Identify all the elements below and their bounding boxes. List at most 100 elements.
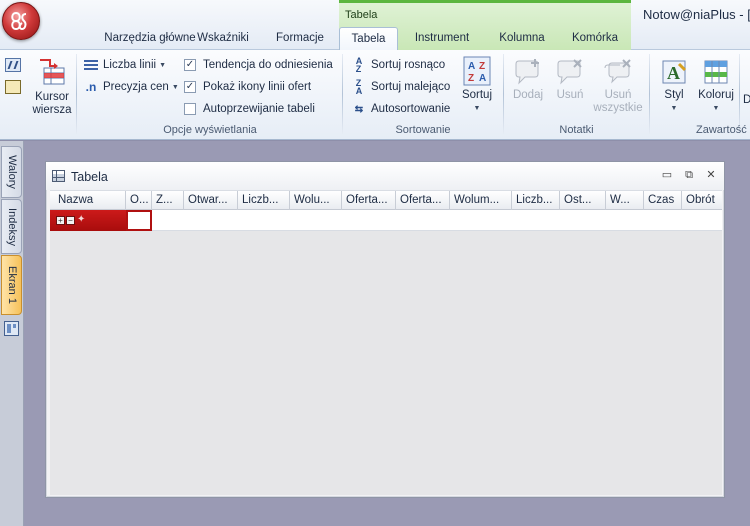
add-note-label: Dodaj xyxy=(512,89,544,101)
remove-all-notes-label-2: wszystkie xyxy=(593,102,643,114)
column-header[interactable]: O... xyxy=(126,191,152,210)
lock-table-icon[interactable] xyxy=(5,80,21,94)
chevron-down-icon: ▼ xyxy=(171,83,179,91)
colorize-label: Koloruj xyxy=(698,89,734,101)
app-logo-button[interactable] xyxy=(2,2,40,40)
sort-descending-button[interactable]: ZA Sortuj malejąco xyxy=(351,78,451,96)
column-header[interactable]: Liczb... xyxy=(238,191,290,210)
auto-scroll-checkbox[interactable]: Autoprzewijanie tabeli xyxy=(184,100,315,118)
table-header: Nazwa O... Z... Otwar... Liczb... Wolu..… xyxy=(50,190,722,210)
side-tab-label: Indeksy xyxy=(5,207,18,246)
side-tab-indeksy[interactable]: Indeksy xyxy=(1,199,22,254)
column-header[interactable]: W... xyxy=(606,191,644,210)
cursor-row-button[interactable]: Kursor wiersza xyxy=(30,56,74,117)
expand-icon[interactable]: + xyxy=(56,216,65,225)
side-tab-label: Walory xyxy=(5,155,18,189)
notes-group-label: Notatki xyxy=(559,124,594,136)
style-icon: A xyxy=(662,60,687,84)
column-header[interactable]: Ost... xyxy=(560,191,606,210)
show-offer-icons-checkbox[interactable]: ✓ Pokaż ikony linii ofert xyxy=(184,78,311,96)
chevron-down-icon: ▼ xyxy=(712,105,720,112)
remove-note-icon xyxy=(557,59,582,85)
auto-sort-label: Autosortowanie xyxy=(371,103,451,115)
app-title: Notow@niaPlus - [ xyxy=(643,7,750,22)
table-body xyxy=(50,231,722,495)
collapse-icon[interactable]: − xyxy=(66,216,75,225)
remove-all-notes-button[interactable]: Usuń wszystkie xyxy=(592,58,644,115)
restore-icon[interactable]: ⧉ xyxy=(682,169,696,181)
window-title-bar[interactable]: Tabela ▭ ⧉ ✕ xyxy=(46,162,724,190)
sort-ascending-label: Sortuj rosnąco xyxy=(371,59,446,71)
side-tab-label: Ekran 1 xyxy=(5,266,18,304)
lines-icon xyxy=(83,57,99,73)
tab-table[interactable]: Tabela xyxy=(339,27,398,51)
sort-ascending-button[interactable]: AZ Sortuj rosnąco xyxy=(351,56,445,74)
close-icon[interactable]: ✕ xyxy=(704,169,718,181)
sort-desc-icon: ZA xyxy=(355,78,363,96)
checkbox-box[interactable]: ✓ xyxy=(184,81,196,93)
trend-reference-checkbox[interactable]: ✓ Tendencja do odniesienia xyxy=(184,56,333,74)
line-count-label: Liczba linii xyxy=(103,59,157,71)
add-note-button[interactable]: Dodaj xyxy=(508,58,548,102)
column-header-nazwa[interactable]: Nazwa xyxy=(50,191,126,210)
line-count-dropdown[interactable]: Liczba linii ▼ xyxy=(83,56,166,74)
column-header[interactable]: Z... xyxy=(152,191,184,210)
sort-label: Sortuj xyxy=(461,89,493,101)
trend-reference-label: Tendencja do odniesienia xyxy=(203,59,333,71)
svg-text:A: A xyxy=(667,63,680,83)
column-header[interactable]: Wolu... xyxy=(290,191,342,210)
side-tab-ekran-1[interactable]: Ekran 1 xyxy=(1,255,22,315)
sort-az-icon: A Z Z A xyxy=(463,56,491,86)
cursor-row-icon xyxy=(40,59,65,85)
column-header[interactable]: Otwar... xyxy=(184,191,238,210)
column-header[interactable]: Obrót xyxy=(682,191,722,210)
column-header[interactable]: Czas xyxy=(644,191,682,210)
minimize-icon[interactable]: ▭ xyxy=(660,169,674,181)
column-header[interactable]: Wolum... xyxy=(450,191,512,210)
selected-cell[interactable] xyxy=(126,210,152,231)
group-separator xyxy=(342,54,343,134)
auto-sort-button[interactable]: ⇆ Autosortowanie xyxy=(351,100,450,118)
checkbox-box[interactable]: ✓ xyxy=(184,59,196,71)
grid-small-icon[interactable] xyxy=(5,58,21,72)
remove-note-button[interactable]: Usuń xyxy=(551,58,589,102)
workspace: Walory Indeksy Ekran 1 Tabela ▭ ⧉ ✕ Nazw… xyxy=(0,141,750,526)
tab-indicators[interactable]: Wskaźniki xyxy=(188,32,258,50)
layout-icon[interactable] xyxy=(4,321,19,336)
column-header[interactable]: Oferta... xyxy=(396,191,450,210)
group-separator xyxy=(76,54,77,134)
sorting-group-label: Sortowanie xyxy=(395,124,451,136)
tab-cell[interactable]: Komórka xyxy=(566,32,624,50)
tab-formations[interactable]: Formacje xyxy=(270,32,330,50)
sort-button[interactable]: A Z Z A Sortuj ▼ xyxy=(458,56,496,115)
svg-text:Z: Z xyxy=(468,73,474,84)
pin-icon[interactable]: ✦ xyxy=(77,214,85,225)
column-header[interactable]: Oferta... xyxy=(342,191,396,210)
svg-text:A: A xyxy=(468,61,475,72)
table-row[interactable]: + − ✦ xyxy=(50,210,722,231)
context-group-label: Tabela xyxy=(345,9,378,21)
style-label: Styl xyxy=(664,89,684,101)
cut-off-button[interactable]: D xyxy=(743,94,750,107)
tab-column[interactable]: Kolumna xyxy=(492,32,552,50)
table-icon xyxy=(52,170,65,182)
remove-all-notes-label-1: Usuń xyxy=(604,89,632,101)
side-tab-walory[interactable]: Walory xyxy=(1,146,22,198)
title-bar: Tabela Narzędzia główne Wskaźniki Formac… xyxy=(0,0,750,51)
group-separator xyxy=(649,54,650,134)
row-name-cell[interactable]: + − ✦ xyxy=(50,210,126,231)
checkbox-box[interactable] xyxy=(184,103,196,115)
price-precision-dropdown[interactable]: .n Precyzja cen ▼ xyxy=(83,78,179,96)
tab-instrument[interactable]: Instrument xyxy=(406,32,478,50)
column-header[interactable]: Liczb... xyxy=(512,191,560,210)
svg-text:A: A xyxy=(479,73,486,84)
precision-icon: .n xyxy=(85,80,97,94)
window-title: Tabela xyxy=(71,170,108,184)
cursor-row-label-1: Kursor xyxy=(35,91,69,103)
logo-icon xyxy=(11,11,27,31)
colorize-button[interactable]: Koloruj ▼ xyxy=(696,58,736,115)
group-separator xyxy=(503,54,504,134)
style-button[interactable]: A Styl ▼ xyxy=(656,58,692,115)
sort-asc-icon: AZ xyxy=(355,56,363,74)
colorize-icon xyxy=(704,60,728,84)
